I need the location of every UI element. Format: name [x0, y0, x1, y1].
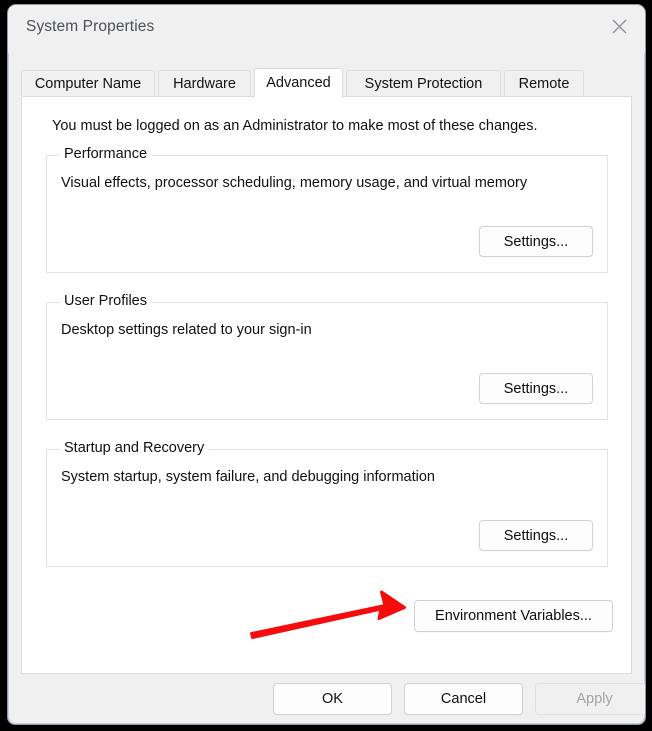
startup-recovery-group-title: Startup and Recovery [60, 440, 210, 456]
startup-recovery-settings-button[interactable]: Settings... [479, 520, 593, 551]
title-bar: System Properties [8, 5, 645, 53]
tab-label: Computer Name [34, 76, 142, 92]
screenshot-canvas: System Properties Computer Name Hardware… [0, 0, 652, 731]
performance-settings-button[interactable]: Settings... [479, 226, 593, 257]
tab-strip: Computer Name Hardware Advanced System P… [21, 68, 632, 98]
ok-button[interactable]: OK [273, 683, 392, 715]
advanced-tab-panel: You must be logged on as an Administrato… [21, 96, 632, 674]
administrator-note: You must be logged on as an Administrato… [52, 118, 538, 134]
button-label: Apply [576, 691, 613, 707]
button-label: OK [322, 691, 343, 707]
apply-button[interactable]: Apply [535, 683, 645, 715]
performance-description: Visual effects, processor scheduling, me… [61, 175, 528, 191]
user-profiles-settings-button[interactable]: Settings... [479, 373, 593, 404]
tab-system-protection[interactable]: System Protection [346, 70, 501, 97]
performance-group: Performance Visual effects, processor sc… [46, 146, 608, 273]
performance-group-title: Performance [60, 146, 153, 162]
user-profiles-group: User Profiles Desktop settings related t… [46, 293, 608, 420]
cancel-button[interactable]: Cancel [404, 683, 523, 715]
button-label: Settings... [503, 233, 569, 250]
tab-advanced[interactable]: Advanced [254, 68, 343, 98]
system-properties-window: System Properties Computer Name Hardware… [8, 5, 645, 724]
tab-label: Hardware [173, 76, 236, 92]
startup-recovery-description: System startup, system failure, and debu… [61, 469, 435, 485]
environment-variables-button[interactable]: Environment Variables... [414, 600, 613, 632]
startup-recovery-group: Startup and Recovery System startup, sys… [46, 440, 608, 567]
tab-remote[interactable]: Remote [504, 70, 584, 97]
button-label: Cancel [440, 691, 487, 707]
close-button[interactable] [593, 5, 645, 48]
tab-computer-name[interactable]: Computer Name [21, 70, 155, 97]
tab-label: Advanced [266, 75, 331, 91]
tab-label: System Protection [364, 76, 483, 92]
window-title: System Properties [26, 18, 155, 35]
button-label: Settings... [503, 527, 569, 544]
button-label: Environment Variables... [435, 608, 592, 624]
tab-hardware[interactable]: Hardware [158, 70, 251, 97]
user-profiles-description: Desktop settings related to your sign-in [61, 322, 312, 338]
tab-label: Remote [518, 76, 570, 92]
user-profiles-group-title: User Profiles [60, 293, 152, 309]
button-label: Settings... [503, 380, 569, 397]
close-icon [612, 19, 626, 34]
